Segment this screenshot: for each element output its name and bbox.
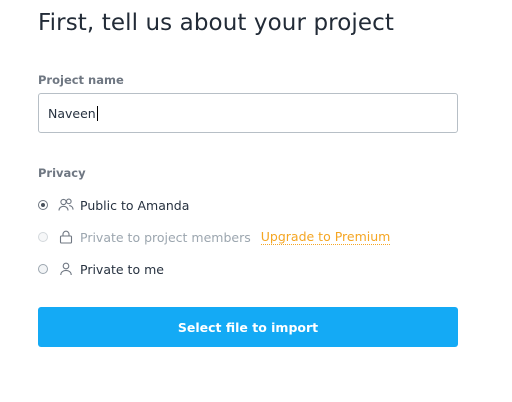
project-setup-page: First, tell us about your project Projec… bbox=[0, 0, 512, 402]
project-name-label: Project name bbox=[38, 73, 124, 87]
upgrade-to-premium-link[interactable]: Upgrade to Premium bbox=[260, 229, 391, 245]
person-icon bbox=[58, 261, 74, 277]
privacy-option-project-members-label: Private to project members bbox=[80, 229, 251, 245]
lock-icon bbox=[58, 229, 74, 245]
privacy-option-private-label: Private to me bbox=[80, 261, 164, 277]
privacy-option-public[interactable]: Public to Amanda bbox=[38, 195, 189, 215]
project-name-value: Naveen bbox=[48, 105, 96, 121]
people-icon bbox=[58, 197, 74, 213]
privacy-label: Privacy bbox=[38, 166, 86, 180]
privacy-option-project-members: Private to project members Upgrade to Pr… bbox=[38, 227, 391, 247]
page-title: First, tell us about your project bbox=[38, 10, 394, 36]
radio-public[interactable] bbox=[38, 200, 48, 210]
privacy-option-public-label: Public to Amanda bbox=[80, 197, 190, 213]
radio-private[interactable] bbox=[38, 264, 48, 274]
privacy-option-private[interactable]: Private to me bbox=[38, 259, 164, 279]
project-name-input[interactable]: Naveen bbox=[38, 93, 458, 133]
radio-project-members bbox=[38, 232, 48, 242]
select-file-button[interactable]: Select file to import bbox=[38, 307, 458, 347]
text-caret bbox=[96, 105, 98, 121]
